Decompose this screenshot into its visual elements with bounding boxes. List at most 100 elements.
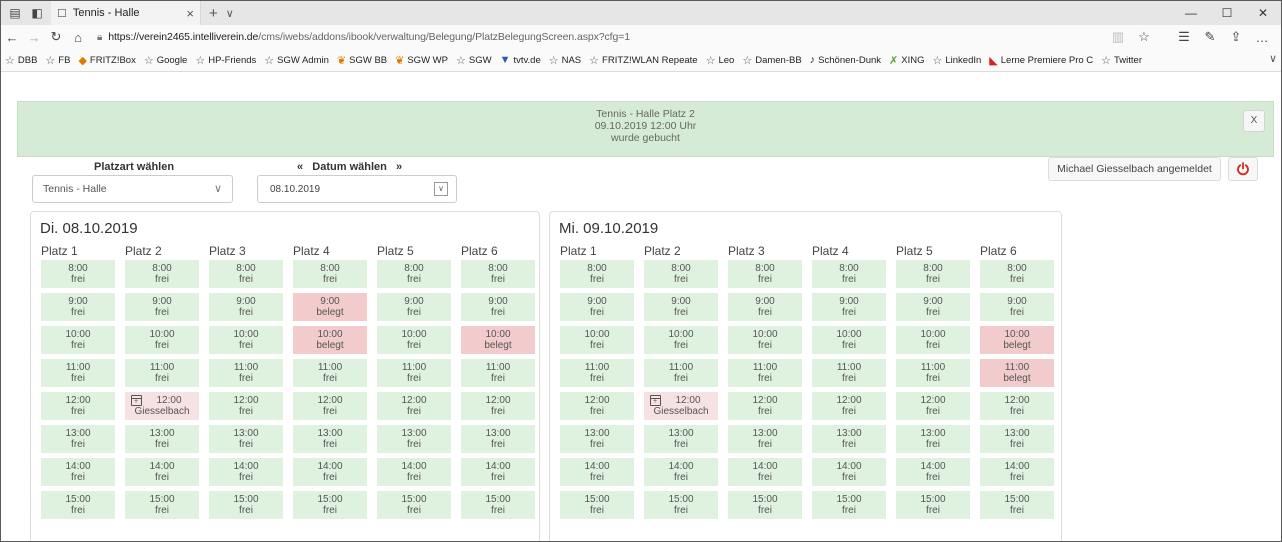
time-slot[interactable]: 14:00 frei	[461, 458, 535, 486]
favorite-item[interactable]: ☆ Leo	[706, 54, 735, 67]
time-slot[interactable]: 8:00 frei	[560, 260, 634, 288]
time-slot[interactable]: 8:00 frei	[728, 260, 802, 288]
time-slot[interactable]: 9:00 frei	[896, 293, 970, 321]
refresh-icon[interactable]: ↻	[45, 29, 67, 45]
time-slot[interactable]: 12:00Giesselbach	[125, 392, 199, 420]
time-slot[interactable]: 14:00 frei	[41, 458, 115, 486]
time-slot[interactable]: 9:00 frei	[461, 293, 535, 321]
logout-button[interactable]	[1228, 157, 1258, 181]
favorite-item[interactable]: ▼ tvtv.de	[500, 54, 541, 66]
time-slot[interactable]: 11:00 frei	[293, 359, 367, 387]
time-slot[interactable]: 15:00 frei	[560, 491, 634, 519]
notice-close-button[interactable]: X	[1243, 110, 1265, 132]
time-slot[interactable]: 12:00Giesselbach	[644, 392, 718, 420]
time-slot[interactable]: 14:00 frei	[293, 458, 367, 486]
favorite-item[interactable]: ☆ DBB	[5, 54, 37, 67]
time-slot[interactable]: 13:00 frei	[980, 425, 1054, 453]
time-slot[interactable]: 8:00 frei	[461, 260, 535, 288]
chevron-down-icon[interactable]: ∨	[226, 7, 234, 20]
time-slot[interactable]: 13:00 frei	[377, 425, 451, 453]
favorite-item[interactable]: ☆ FB	[45, 54, 70, 67]
favorite-item[interactable]: ☆ NAS	[549, 54, 581, 67]
time-slot[interactable]: 10:00 belegt	[293, 326, 367, 354]
next-date-button[interactable]: »	[396, 161, 402, 173]
time-slot[interactable]: 12:00 frei	[812, 392, 886, 420]
more-icon[interactable]: …	[1249, 30, 1275, 45]
platzart-select[interactable]: Tennis - Halle ∨	[32, 175, 233, 203]
time-slot[interactable]: 10:00 frei	[644, 326, 718, 354]
browser-tab[interactable]: ☐ Tennis - Halle ×	[51, 1, 201, 25]
favorite-item[interactable]: ☆ Google	[144, 54, 188, 67]
time-slot[interactable]: 10:00 frei	[896, 326, 970, 354]
time-slot[interactable]: 15:00 frei	[125, 491, 199, 519]
favorite-item[interactable]: ☆ Twitter	[1101, 54, 1142, 67]
time-slot[interactable]: 10:00 frei	[41, 326, 115, 354]
time-slot[interactable]: 11:00 frei	[560, 359, 634, 387]
time-slot[interactable]: 14:00 frei	[812, 458, 886, 486]
favorite-item[interactable]: ☆ SGW	[456, 54, 492, 67]
time-slot[interactable]: 14:00 frei	[377, 458, 451, 486]
close-tab-icon[interactable]: ×	[186, 6, 194, 21]
time-slot[interactable]: 11:00 frei	[896, 359, 970, 387]
time-slot[interactable]: 8:00 frei	[41, 260, 115, 288]
time-slot[interactable]: 12:00 frei	[560, 392, 634, 420]
time-slot[interactable]: 14:00 frei	[980, 458, 1054, 486]
time-slot[interactable]: 13:00 frei	[293, 425, 367, 453]
time-slot[interactable]: 11:00 frei	[812, 359, 886, 387]
reading-view-icon[interactable]: ▥	[1105, 29, 1131, 45]
date-field[interactable]: 08.10.2019 ∨	[257, 175, 457, 203]
time-slot[interactable]: 8:00 frei	[125, 260, 199, 288]
time-slot[interactable]: 12:00 frei	[209, 392, 283, 420]
time-slot[interactable]: 8:00 frei	[377, 260, 451, 288]
time-slot[interactable]: 13:00 frei	[728, 425, 802, 453]
time-slot[interactable]: 15:00 frei	[728, 491, 802, 519]
time-slot[interactable]: 15:00 frei	[41, 491, 115, 519]
time-slot[interactable]: 8:00 frei	[980, 260, 1054, 288]
favorite-item[interactable]: ☆ LinkedIn	[932, 54, 981, 67]
time-slot[interactable]: 11:00 frei	[644, 359, 718, 387]
favorite-item[interactable]: ♪ Schönen-Dunk	[810, 54, 881, 66]
time-slot[interactable]: 15:00 frei	[812, 491, 886, 519]
maximize-icon[interactable]: ☐	[1209, 1, 1245, 25]
time-slot[interactable]: 11:00 frei	[209, 359, 283, 387]
time-slot[interactable]: 11:00 frei	[728, 359, 802, 387]
favorite-item[interactable]: ❦ SGW BB	[337, 54, 387, 67]
time-slot[interactable]: 10:00 frei	[812, 326, 886, 354]
time-slot[interactable]: 10:00 belegt	[980, 326, 1054, 354]
prev-date-button[interactable]: «	[297, 161, 303, 173]
time-slot[interactable]: 15:00 frei	[461, 491, 535, 519]
time-slot[interactable]: 8:00 frei	[896, 260, 970, 288]
time-slot[interactable]: 9:00 frei	[560, 293, 634, 321]
time-slot[interactable]: 9:00 frei	[41, 293, 115, 321]
time-slot[interactable]: 15:00 frei	[209, 491, 283, 519]
time-slot[interactable]: 12:00 frei	[461, 392, 535, 420]
favorite-item[interactable]: ☆ HP-Friends	[195, 54, 256, 67]
time-slot[interactable]: 9:00 belegt	[293, 293, 367, 321]
time-slot[interactable]: 8:00 frei	[644, 260, 718, 288]
favorite-item[interactable]: ✗ XING	[889, 54, 924, 67]
time-slot[interactable]: 9:00 frei	[980, 293, 1054, 321]
minimize-icon[interactable]: —	[1173, 1, 1209, 25]
favorite-item[interactable]: ☆ FRITZ!WLAN Repeate	[589, 54, 697, 67]
time-slot[interactable]: 12:00 frei	[293, 392, 367, 420]
favorite-item[interactable]: ☆ SGW Admin	[264, 54, 329, 67]
tab-preview-icon[interactable]: ◧	[29, 5, 45, 21]
time-slot[interactable]: 13:00 frei	[461, 425, 535, 453]
time-slot[interactable]: 10:00 frei	[377, 326, 451, 354]
time-slot[interactable]: 13:00 frei	[125, 425, 199, 453]
share-icon[interactable]: ⇪	[1223, 29, 1249, 45]
time-slot[interactable]: 12:00 frei	[980, 392, 1054, 420]
time-slot[interactable]: 10:00 belegt	[461, 326, 535, 354]
time-slot[interactable]: 9:00 frei	[644, 293, 718, 321]
time-slot[interactable]: 12:00 frei	[377, 392, 451, 420]
time-slot[interactable]: 13:00 frei	[896, 425, 970, 453]
time-slot[interactable]: 15:00 frei	[896, 491, 970, 519]
url-field[interactable]: 🔒︎ https://verein2465.intelliverein.de/c…	[97, 31, 630, 43]
favorite-item[interactable]: ◆ FRITZ!Box	[78, 54, 135, 67]
back-icon[interactable]: ←	[1, 30, 23, 45]
time-slot[interactable]: 8:00 frei	[209, 260, 283, 288]
time-slot[interactable]: 15:00 frei	[377, 491, 451, 519]
time-slot[interactable]: 12:00 frei	[728, 392, 802, 420]
time-slot[interactable]: 15:00 frei	[644, 491, 718, 519]
forward-icon[interactable]: →	[23, 30, 45, 45]
